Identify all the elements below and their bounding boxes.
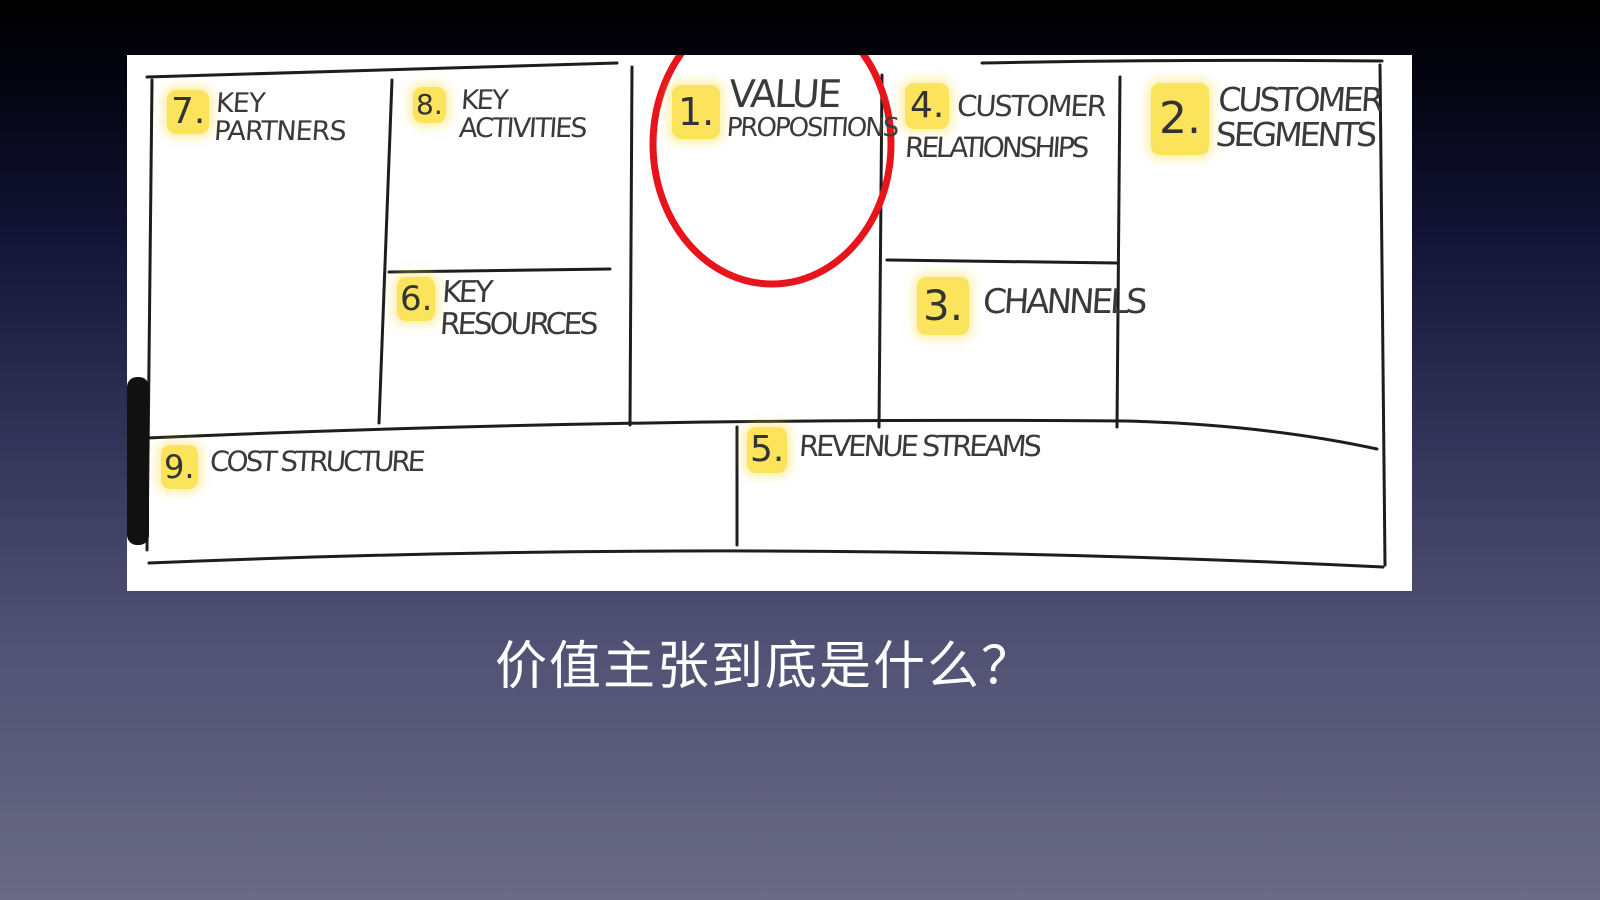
block-label: REVENUE STREAMS (798, 429, 1041, 463)
left-shadow (127, 377, 149, 545)
divider-activities-value (628, 65, 634, 427)
block-number: 1. (672, 85, 721, 139)
block-cost-structure: 9. COST STRUCTURE (161, 445, 424, 489)
block-label: KEY PARTNERS (213, 88, 348, 148)
slide-caption: 价值主张到底是什么？ (494, 637, 1035, 697)
split-activities-resources (387, 267, 612, 274)
label-line: VALUE (727, 72, 842, 116)
bottom-edge (147, 549, 1385, 569)
business-model-canvas: 7. KEY PARTNERS 8. KEY ACTIVITIES 1. VAL… (127, 55, 1412, 591)
label-line: RESOURCES (439, 306, 598, 342)
block-label: KEY RESOURCES (439, 275, 599, 342)
block-key-partners: 7. KEY PARTNERS (167, 88, 348, 148)
label-line: CUSTOMER (956, 88, 1107, 123)
right-edge (1378, 63, 1387, 567)
label-line: KEY (441, 275, 492, 310)
block-label: KEY ACTIVITIES (457, 85, 588, 145)
block-number: 2. (1151, 83, 1209, 155)
block-number: 7. (167, 90, 210, 134)
block-number: 4. (905, 83, 950, 129)
top-edge-left (145, 61, 619, 79)
block-value-propositions: 1. VALUE PROPOSITIONS (672, 72, 901, 143)
label-line: CHANNELS (981, 282, 1146, 322)
label-line: CUSTOMER (1216, 80, 1383, 119)
label-line: RELATIONSHIPS (903, 131, 1088, 164)
block-number: 5. (747, 427, 788, 473)
block-customer-segments: 2. CUSTOMER SEGMENTS (1151, 80, 1383, 155)
label-line: COST STRUCTURE (208, 445, 424, 478)
label-line: KEY (215, 88, 266, 119)
top-edge-right (980, 58, 1384, 65)
label-line: PROPOSITIONS (725, 112, 899, 143)
block-label: COST STRUCTURE (208, 445, 424, 478)
divider-partners-activities (377, 78, 394, 425)
block-label: VALUE PROPOSITIONS (725, 72, 901, 143)
divider-relationships-segments (1115, 75, 1122, 429)
block-key-activities: 8. KEY ACTIVITIES (413, 85, 588, 145)
block-label: CHANNELS (981, 282, 1146, 322)
block-number: 8. (413, 87, 446, 123)
label-line: REVENUE STREAMS (798, 429, 1041, 463)
label-line: ACTIVITIES (457, 113, 587, 145)
label-line: PARTNERS (213, 116, 347, 148)
block-key-resources: 6. KEY RESOURCES (397, 275, 599, 342)
block-number: 6. (397, 277, 436, 321)
block-number: 9. (161, 445, 198, 489)
label-line: KEY (459, 85, 508, 116)
block-channels: 3. CHANNELS (917, 277, 1146, 335)
block-number: 3. (917, 277, 970, 335)
split-relationships-channels (885, 258, 1119, 265)
block-customer-relationships: 4. CUSTOMER RELATIONSHIPS (903, 83, 1107, 164)
label-line: SEGMENTS (1214, 114, 1376, 154)
block-revenue-streams: 5. REVENUE STREAMS (747, 427, 1041, 473)
block-label: CUSTOMER SEGMENTS (1214, 80, 1383, 154)
